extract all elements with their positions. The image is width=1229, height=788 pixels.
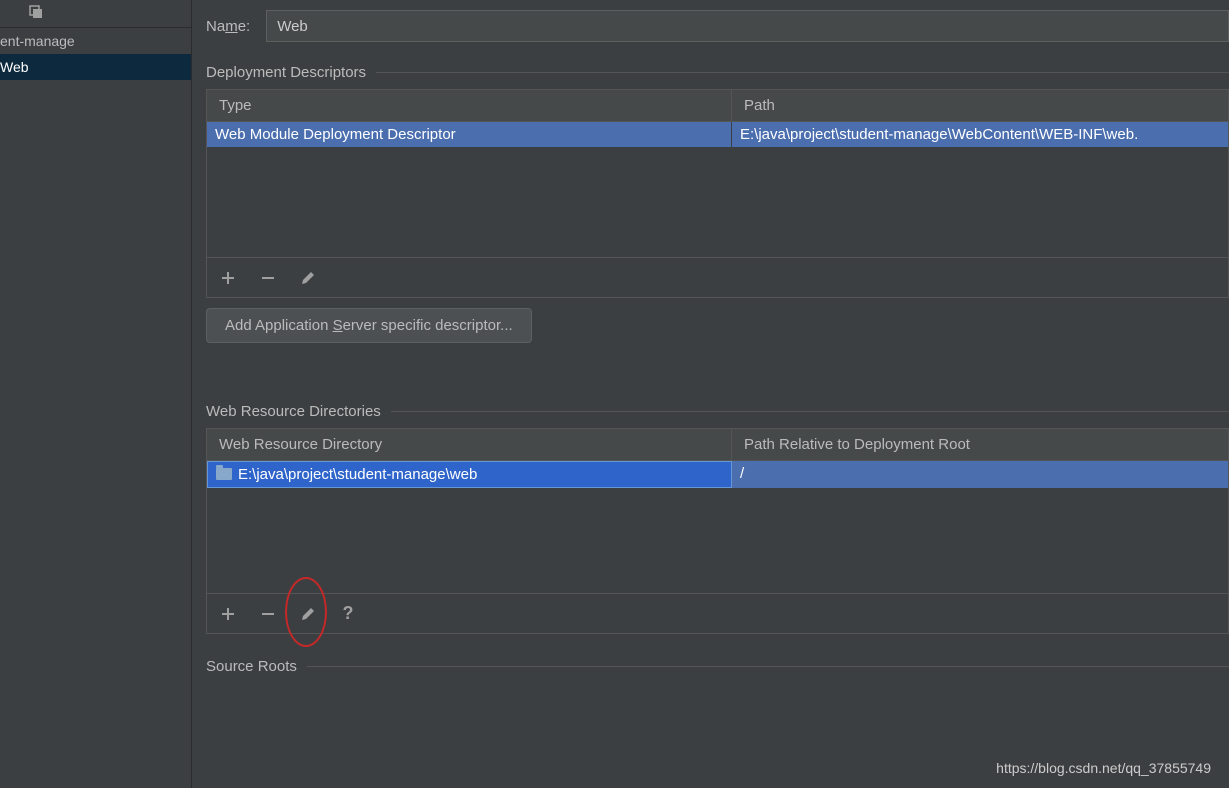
- table-header-row: Web Resource Directory Path Relative to …: [207, 429, 1228, 461]
- divider: [307, 666, 1229, 667]
- edit-button[interactable]: [297, 267, 319, 289]
- web-resource-directories-table: Web Resource Directory Path Relative to …: [206, 428, 1229, 594]
- section-title: Web Resource Directories: [206, 403, 381, 420]
- table-empty-area: [207, 488, 1228, 593]
- sidebar-item-ent-manage[interactable]: ent-manage: [0, 28, 191, 54]
- divider: [376, 72, 1229, 73]
- cell-dir: E:\java\project\student-manage\web: [207, 461, 732, 488]
- section-title: Source Roots: [206, 658, 297, 675]
- web-resource-directories-toolbar: ?: [206, 594, 1229, 634]
- col-header-type[interactable]: Type: [207, 90, 732, 121]
- cell-path: E:\java\project\student-manage\WebConten…: [732, 122, 1228, 147]
- edit-button[interactable]: [297, 603, 319, 625]
- col-header-rel[interactable]: Path Relative to Deployment Root: [732, 429, 1228, 460]
- sidebar-toolbar: [0, 0, 191, 28]
- watermark: https://blog.csdn.net/qq_37855749: [996, 760, 1211, 776]
- name-label: Name:: [206, 18, 250, 35]
- deployment-descriptors-table: Type Path Web Module Deployment Descript…: [206, 89, 1229, 258]
- sidebar-item-web[interactable]: Web: [0, 54, 191, 80]
- main-content: Name: Deployment Descriptors Type Path W…: [192, 0, 1229, 788]
- table-header-row: Type Path: [207, 90, 1228, 122]
- cell-type: Web Module Deployment Descriptor: [207, 122, 732, 147]
- col-header-path[interactable]: Path: [732, 90, 1228, 121]
- remove-button[interactable]: [257, 603, 279, 625]
- col-header-dir[interactable]: Web Resource Directory: [207, 429, 732, 460]
- name-row: Name:: [206, 10, 1229, 42]
- table-row[interactable]: E:\java\project\student-manage\web /: [207, 461, 1228, 488]
- sidebar-item-label: ent-manage: [0, 33, 75, 49]
- help-button[interactable]: ?: [337, 603, 359, 625]
- deployment-descriptors-toolbar: [206, 258, 1229, 298]
- divider: [391, 411, 1229, 412]
- sidebar-item-label: Web: [0, 59, 29, 75]
- add-server-descriptor-button[interactable]: Add Application Server specific descript…: [206, 308, 532, 343]
- name-input[interactable]: [266, 10, 1229, 42]
- section-web-resource-directories-header: Web Resource Directories: [206, 403, 1229, 420]
- section-source-roots-header: Source Roots: [206, 658, 1229, 675]
- folder-icon: [216, 468, 232, 480]
- copy-icon[interactable]: [28, 4, 44, 23]
- sidebar: ent-manage Web: [0, 0, 192, 788]
- remove-button[interactable]: [257, 267, 279, 289]
- section-deployment-descriptors-header: Deployment Descriptors: [206, 64, 1229, 81]
- section-title: Deployment Descriptors: [206, 64, 366, 81]
- add-button[interactable]: [217, 603, 239, 625]
- add-button[interactable]: [217, 267, 239, 289]
- cell-rel: /: [732, 461, 1228, 488]
- table-row[interactable]: Web Module Deployment Descriptor E:\java…: [207, 122, 1228, 147]
- table-empty-area: [207, 147, 1228, 257]
